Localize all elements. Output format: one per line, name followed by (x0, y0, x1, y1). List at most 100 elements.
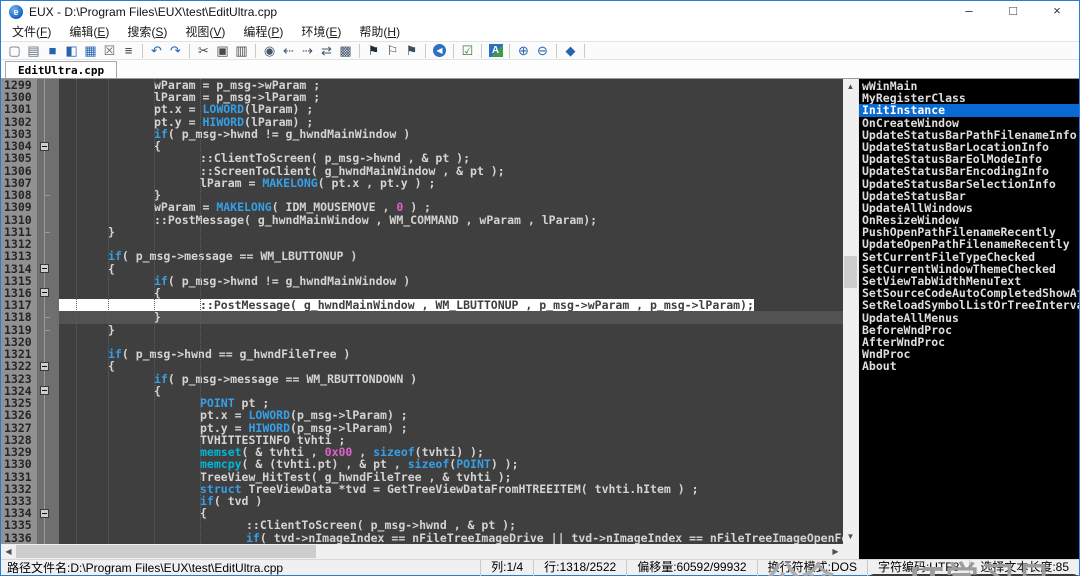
fold-cell[interactable] (37, 507, 59, 519)
toggle-bookmark-button[interactable]: ⚑ (364, 42, 383, 59)
zoom-out-button[interactable]: ⊖ (533, 42, 552, 59)
code-line[interactable]: ::PostMessage( g_hwndMainWindow , WM_COM… (59, 214, 843, 226)
fold-cell[interactable] (37, 140, 59, 152)
symbol-list-item[interactable]: WndProc (859, 348, 1079, 360)
menu-file[interactable]: 文件(F) (3, 23, 60, 41)
vertical-scroll-thumb[interactable] (844, 256, 857, 288)
symbol-list-item[interactable]: UpdateOpenPathFilenameRecently (859, 238, 1079, 250)
close-button[interactable]: × (1035, 1, 1079, 23)
replace-in-files-button[interactable]: ▩ (336, 42, 355, 59)
horizontal-scroll-track[interactable] (16, 544, 828, 559)
file-list-button[interactable]: ≡ (119, 42, 138, 59)
fold-collapse-icon[interactable] (40, 142, 49, 151)
symbol-list-item[interactable]: UpdateAllWindows (859, 202, 1079, 214)
minimize-button[interactable]: – (947, 1, 991, 23)
paste-button[interactable]: ▥ (232, 42, 251, 59)
symbol-list-item[interactable]: BeforeWndProc (859, 324, 1079, 336)
new-file-button[interactable]: ▢ (5, 42, 24, 59)
close-file-button[interactable]: ☒ (100, 42, 119, 59)
code-text[interactable]: wParam = p_msg->wParam ;lParam = p_msg->… (59, 79, 843, 544)
fold-cell[interactable] (37, 385, 59, 397)
symbol-list-item[interactable]: SetCurrentFileTypeChecked (859, 251, 1079, 263)
line-ending-settings-button[interactable]: ☑ (458, 42, 477, 59)
symbol-list-item[interactable]: SetViewTabWidthMenuText (859, 275, 1079, 287)
open-file-button[interactable]: ▤ (24, 42, 43, 59)
previous-bookmark-button[interactable]: ⚐ (383, 42, 402, 59)
menu-help[interactable]: 帮助(H) (350, 23, 409, 41)
code-line[interactable]: ::ScreenToClient( g_hwndMainWindow , & p… (59, 165, 843, 177)
save-button[interactable]: ■ (43, 42, 62, 59)
find-next-button[interactable]: ⇢ (298, 42, 317, 59)
symbol-list-item[interactable]: SetReloadSymbolListOrTreeIntervalMe (859, 299, 1079, 311)
code-line[interactable]: if( tvd->nImageIndex == nFileTreeImageDr… (59, 532, 843, 544)
symbol-list-item[interactable]: UpdateStatusBar (859, 190, 1079, 202)
next-bookmark-button[interactable]: ⚑ (402, 42, 421, 59)
symbol-list-item[interactable]: wWinMain (859, 80, 1079, 92)
symbol-list-item[interactable]: UpdateStatusBarEolModeInfo (859, 153, 1079, 165)
zoom-in-button[interactable]: ⊕ (514, 42, 533, 59)
fold-collapse-icon[interactable] (40, 362, 49, 371)
scroll-right-arrow-icon[interactable]: ▶ (828, 544, 843, 559)
fold-cell[interactable] (37, 287, 59, 299)
code-line[interactable]: } (59, 226, 843, 238)
syntax-highlighting-button[interactable]: A (486, 42, 505, 59)
code-line[interactable]: } (59, 311, 843, 323)
code-line[interactable]: if( tvd ) (59, 495, 843, 507)
fold-cell[interactable] (37, 263, 59, 275)
code-line[interactable]: pt.x = LOWORD(p_msg->lParam) ; (59, 409, 843, 421)
code-line[interactable]: { (59, 385, 843, 397)
save-all-button[interactable]: ▦ (81, 42, 100, 59)
scroll-left-arrow-icon[interactable]: ◀ (1, 544, 16, 559)
navigate-back-button[interactable]: ◀ (430, 42, 449, 59)
code-line[interactable]: ::PostMessage( g_hwndMainWindow , WM_LBU… (59, 299, 843, 311)
fold-collapse-icon[interactable] (40, 264, 49, 273)
menu-environment[interactable]: 环境(E) (292, 23, 350, 41)
scroll-up-arrow-icon[interactable]: ▲ (843, 79, 858, 94)
cut-button[interactable]: ✂ (194, 42, 213, 59)
fold-cell[interactable] (37, 360, 59, 372)
fold-collapse-icon[interactable] (40, 288, 49, 297)
code-line[interactable]: if( p_msg->hwnd == g_hwndFileTree ) (59, 348, 843, 360)
code-line[interactable]: if( p_msg->hwnd != g_hwndMainWindow ) (59, 128, 843, 140)
fold-collapse-icon[interactable] (40, 509, 49, 518)
symbol-list-item[interactable]: SetCurrentWindowThemeChecked (859, 263, 1079, 275)
menu-search[interactable]: 搜索(S) (118, 23, 176, 41)
maximize-button[interactable]: □ (991, 1, 1035, 23)
symbol-list-item[interactable]: UpdateStatusBarLocationInfo (859, 141, 1079, 153)
code-line[interactable]: struct TreeViewData *tvd = GetTreeViewDa… (59, 483, 843, 495)
horizontal-scrollbar[interactable]: ◀ ▶ (1, 544, 858, 559)
code-line[interactable]: } (59, 324, 843, 336)
fold-collapse-icon[interactable] (40, 386, 49, 395)
symbol-list-item[interactable]: UpdateAllMenus (859, 312, 1079, 324)
symbol-list-item[interactable]: OnResizeWindow (859, 214, 1079, 226)
code-line[interactable]: lParam = MAKELONG( pt.x , pt.y ) ; (59, 177, 843, 189)
tab-editultra-cpp[interactable]: EditUltra.cpp (5, 61, 117, 78)
symbol-list-item[interactable]: PushOpenPathFilenameRecently (859, 226, 1079, 238)
redo-button[interactable]: ↷ (166, 42, 185, 59)
symbol-list-item[interactable]: SetSourceCodeAutoCompletedShowAfter (859, 287, 1079, 299)
symbol-list-item[interactable]: MyRegisterClass (859, 92, 1079, 104)
code-line[interactable]: POINT pt ; (59, 397, 843, 409)
menu-program[interactable]: 编程(P) (234, 23, 292, 41)
code-line[interactable]: pt.y = HIWORD(p_msg->lParam) ; (59, 422, 843, 434)
symbol-list-item[interactable]: OnCreateWindow (859, 117, 1079, 129)
symbol-list-item[interactable]: UpdateStatusBarPathFilenameInfo (859, 129, 1079, 141)
undo-button[interactable]: ↶ (147, 42, 166, 59)
save-as-button[interactable]: ◧ (62, 42, 81, 59)
find-button[interactable]: ◉ (260, 42, 279, 59)
replace-button[interactable]: ⇄ (317, 42, 336, 59)
symbol-list-item[interactable]: AfterWndProc (859, 336, 1079, 348)
copy-button[interactable]: ▣ (213, 42, 232, 59)
horizontal-scroll-thumb[interactable] (16, 545, 316, 558)
code-line[interactable]: if( p_msg->message == WM_LBUTTONUP ) (59, 250, 843, 262)
symbol-list-item[interactable]: About (859, 360, 1079, 372)
symbol-list-item[interactable]: UpdateStatusBarEncodingInfo (859, 165, 1079, 177)
menu-edit[interactable]: 编辑(E) (60, 23, 118, 41)
symbol-list-item[interactable]: UpdateStatusBarSelectionInfo (859, 178, 1079, 190)
about-button[interactable]: ◆ (561, 42, 580, 59)
scroll-down-arrow-icon[interactable]: ▼ (843, 529, 858, 544)
vertical-scrollbar[interactable]: ▲ ▼ (843, 79, 858, 544)
menu-view[interactable]: 视图(V) (176, 23, 234, 41)
symbol-list-item[interactable]: InitInstance (859, 104, 1079, 116)
code-line[interactable]: if( p_msg->message == WM_RBUTTONDOWN ) (59, 373, 843, 385)
